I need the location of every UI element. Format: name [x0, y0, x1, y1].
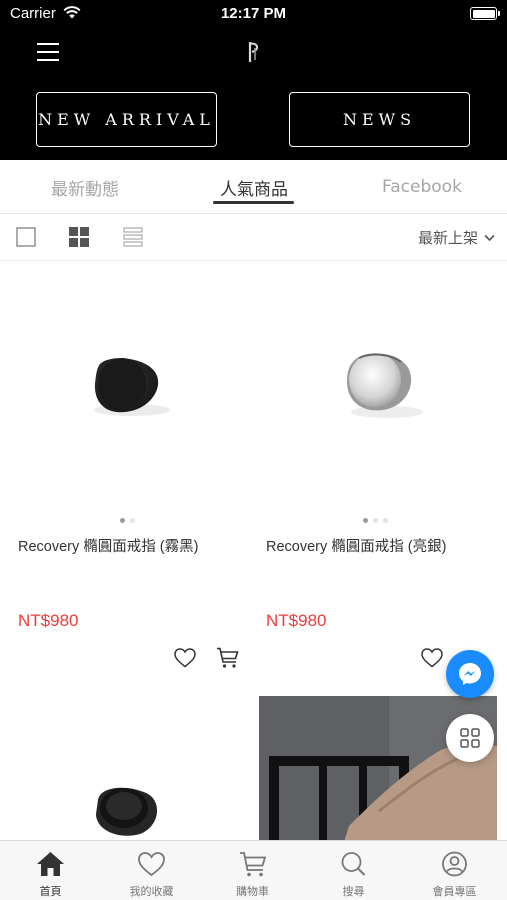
- nav-label: 我的收藏: [129, 885, 174, 898]
- quick-menu-button[interactable]: [446, 714, 494, 762]
- chevron-down-icon: [484, 234, 495, 241]
- nav-member[interactable]: 會員專區: [404, 841, 505, 900]
- nav-label: 購物車: [236, 885, 269, 898]
- product-price: NT$980: [18, 611, 79, 630]
- image-carousel-dots: [363, 518, 388, 523]
- list-view-icon[interactable]: [123, 227, 143, 247]
- status-time: 12:17 PM: [220, 5, 287, 22]
- heart-icon[interactable]: [174, 648, 196, 668]
- product-name[interactable]: Recovery 橢圓面戒指 (亮銀): [266, 535, 446, 556]
- tab-latest-news[interactable]: 最新動態: [25, 160, 145, 214]
- nav-label: 會員專區: [432, 885, 477, 898]
- cart-icon: [240, 852, 267, 877]
- product-price: NT$980: [266, 611, 327, 630]
- messenger-button[interactable]: [446, 650, 494, 698]
- cart-icon[interactable]: [216, 647, 239, 669]
- heart-icon: [138, 852, 165, 877]
- product-image[interactable]: [0, 262, 252, 512]
- battery-icon: [470, 7, 500, 20]
- brand-logo-icon[interactable]: [244, 40, 264, 64]
- tab-popular-products[interactable]: 人氣商品: [194, 160, 314, 214]
- news-button[interactable]: NEWS: [289, 92, 470, 147]
- active-tab-indicator: [213, 201, 294, 204]
- messenger-icon: [459, 663, 481, 685]
- silver-ring-image: [347, 353, 423, 418]
- nav-label: 首頁: [39, 885, 62, 898]
- status-bar: Carrier 12:17 PM: [0, 0, 507, 28]
- user-icon: [442, 851, 467, 877]
- grid-view-icon[interactable]: [69, 227, 89, 247]
- black-ring-image: [94, 358, 170, 416]
- nav-favorites[interactable]: 我的收藏: [101, 841, 202, 900]
- home-icon: [37, 852, 64, 876]
- single-view-icon[interactable]: [16, 227, 36, 247]
- search-icon: [341, 852, 366, 876]
- sort-dropdown[interactable]: 最新上架: [418, 227, 495, 248]
- menu-button[interactable]: [37, 42, 59, 62]
- nav-cart[interactable]: 購物車: [202, 841, 303, 900]
- bottom-navigation: 首頁 我的收藏 購物車 搜尋 會員專區: [0, 840, 507, 900]
- product-name[interactable]: Recovery 橢圓面戒指 (霧黑): [18, 535, 198, 556]
- category-tabs: 最新動態 人氣商品 Facebook: [0, 160, 507, 214]
- heart-icon[interactable]: [421, 648, 443, 668]
- product-image[interactable]: [255, 262, 507, 512]
- black-ring-image: [96, 787, 158, 836]
- nav-label: 搜尋: [342, 885, 365, 898]
- nav-search[interactable]: 搜尋: [303, 841, 404, 900]
- new-arrival-button[interactable]: NEW ARRIVAL: [36, 92, 217, 147]
- nav-home[interactable]: 首頁: [0, 841, 101, 900]
- view-toolbar: 最新上架: [0, 215, 507, 261]
- sort-label: 最新上架: [417, 229, 478, 247]
- tab-facebook[interactable]: Facebook: [362, 160, 482, 214]
- app-header: Carrier 12:17 PM NEW ARRIVAL NEWS: [0, 0, 507, 160]
- image-carousel-dots: [120, 518, 135, 523]
- grid-icon: [460, 728, 480, 748]
- product-image[interactable]: [0, 700, 252, 840]
